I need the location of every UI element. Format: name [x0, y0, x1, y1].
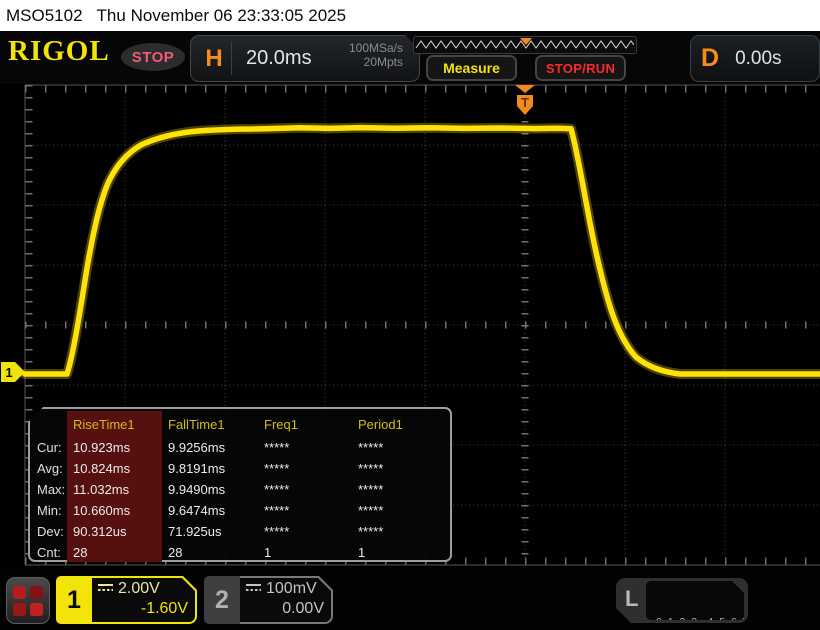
menu-button[interactable]: [6, 577, 50, 624]
trigger-marker-label: T: [521, 95, 529, 110]
meas-value: *****: [358, 461, 384, 476]
meas-value: *****: [358, 440, 384, 455]
logic-analyzer-label: L: [625, 586, 639, 611]
meas-value: 28: [168, 545, 183, 560]
meas-value: 9.8191ms: [168, 461, 226, 476]
meas-value: *****: [264, 482, 290, 497]
meas-row-label: Avg:: [37, 461, 63, 476]
meas-value: *****: [358, 503, 384, 518]
waveform-overview-strip[interactable]: [413, 36, 637, 54]
meas-row-label: Cur:: [37, 440, 62, 455]
memory-depth: 20Mpts: [363, 55, 403, 69]
header-bar: RIGOL STOP H 20.0ms 100MSa/s 20Mpts Meas…: [0, 31, 820, 84]
rigol-logo: RIGOL: [8, 35, 110, 67]
stop-run-button[interactable]: STOP/RUN: [535, 55, 626, 81]
meas-value: 10.660ms: [67, 500, 162, 521]
meas-value: 10.824ms: [67, 458, 162, 479]
channel2-number: 2: [204, 576, 240, 624]
menu-grid-icon: [13, 585, 26, 599]
menu-grid-icon: [13, 602, 26, 616]
meas-value: *****: [358, 482, 384, 497]
timebase-value: 20.0ms: [246, 47, 312, 69]
meas-value: 90.312us: [67, 521, 162, 542]
oscilloscope-screen: T 1 MSO5102 Thu November 06 23:33:05 202…: [0, 0, 820, 630]
channel1-panel[interactable]: 1 2.00V -1.60V: [56, 576, 197, 624]
channel2-scale: 100mV: [266, 580, 317, 597]
ch1-level-marker[interactable]: 1: [1, 362, 25, 382]
model-name: MSO5102: [6, 5, 83, 25]
delay-panel[interactable]: D 0.00s: [690, 35, 820, 82]
menu-grid-icon: [30, 602, 43, 616]
ch1-trace: [20, 122, 820, 379]
meas-value: 28: [67, 542, 162, 562]
dc-coupling-icon: [246, 584, 261, 593]
meas-row-label: Max:: [37, 482, 66, 497]
measure-button[interactable]: Measure: [426, 55, 517, 81]
horizontal-panel[interactable]: H 20.0ms 100MSa/s 20Mpts: [190, 35, 420, 82]
meas-value: 1: [358, 545, 366, 560]
meas-col-freq1[interactable]: Freq1: [258, 417, 352, 432]
meas-value: *****: [358, 524, 384, 539]
digital-channels: 0 1 2 3 4 5 6 7 8 9 10 11 12 13 14 15: [646, 581, 744, 620]
meas-value: *****: [264, 524, 290, 539]
delay-value: 0.00s: [735, 47, 782, 69]
channel2-offset: 0.00V: [282, 600, 324, 617]
meas-value: *****: [264, 440, 290, 455]
meas-value: 71.925us: [168, 524, 222, 539]
channel-bar: 1 2.00V -1.60V 2 100mV 0.00V L 0 1 2 3 4…: [0, 568, 820, 630]
dc-coupling-icon: [98, 584, 113, 593]
meas-value: *****: [264, 461, 290, 476]
sample-rate: 100MSa/s: [348, 41, 403, 55]
meas-row-label: Dev:: [37, 524, 64, 539]
meas-value: 9.6474ms: [168, 503, 226, 518]
meas-row-label: Min:: [37, 503, 62, 518]
meas-col-falltime1[interactable]: FallTime1: [162, 417, 258, 432]
run-state-badge: STOP: [121, 43, 185, 71]
delay-icon: D: [701, 44, 720, 72]
measurement-table: RiseTime1 FallTime1 Freq1 Period1 Cur: 1…: [28, 407, 452, 562]
acquisition-info: 100MSa/s 20Mpts: [349, 41, 403, 69]
meas-value: 11.032ms: [67, 479, 162, 500]
channel1-offset: -1.60V: [140, 600, 188, 617]
menu-grid-icon: [30, 585, 43, 599]
digital-channels-row1: 0 1 2 3 4 5 6 7: [656, 616, 751, 628]
meas-col-risetime1[interactable]: RiseTime1: [67, 411, 162, 437]
channel2-panel[interactable]: 2 100mV 0.00V: [204, 576, 333, 624]
meas-value: *****: [264, 503, 290, 518]
channel1-values: 2.00V -1.60V: [98, 579, 188, 619]
logic-analyzer-panel[interactable]: L 0 1 2 3 4 5 6 7 8 9 10 11 12 13 14 15: [616, 578, 748, 623]
meas-row-label: Cnt:: [37, 545, 61, 560]
meas-value: 1: [264, 545, 272, 560]
title-bar: MSO5102 Thu November 06 23:33:05 2025: [0, 0, 820, 31]
datetime: Thu November 06 23:33:05 2025: [96, 5, 347, 25]
channel1-number: 1: [56, 576, 92, 624]
meas-value: 10.923ms: [67, 437, 162, 458]
ch1-level-marker-label: 1: [5, 365, 12, 380]
horizontal-icon: H: [197, 42, 232, 75]
meas-value: 9.9490ms: [168, 482, 226, 497]
meas-value: 9.9256ms: [168, 440, 226, 455]
channel2-values: 100mV 0.00V: [246, 579, 324, 619]
channel1-scale: 2.00V: [118, 580, 160, 597]
meas-col-period1[interactable]: Period1: [352, 417, 450, 432]
channel2-scale-row: 100mV: [246, 579, 324, 599]
channel1-scale-row: 2.00V: [98, 579, 188, 599]
trigger-marker[interactable]: T: [515, 85, 535, 115]
